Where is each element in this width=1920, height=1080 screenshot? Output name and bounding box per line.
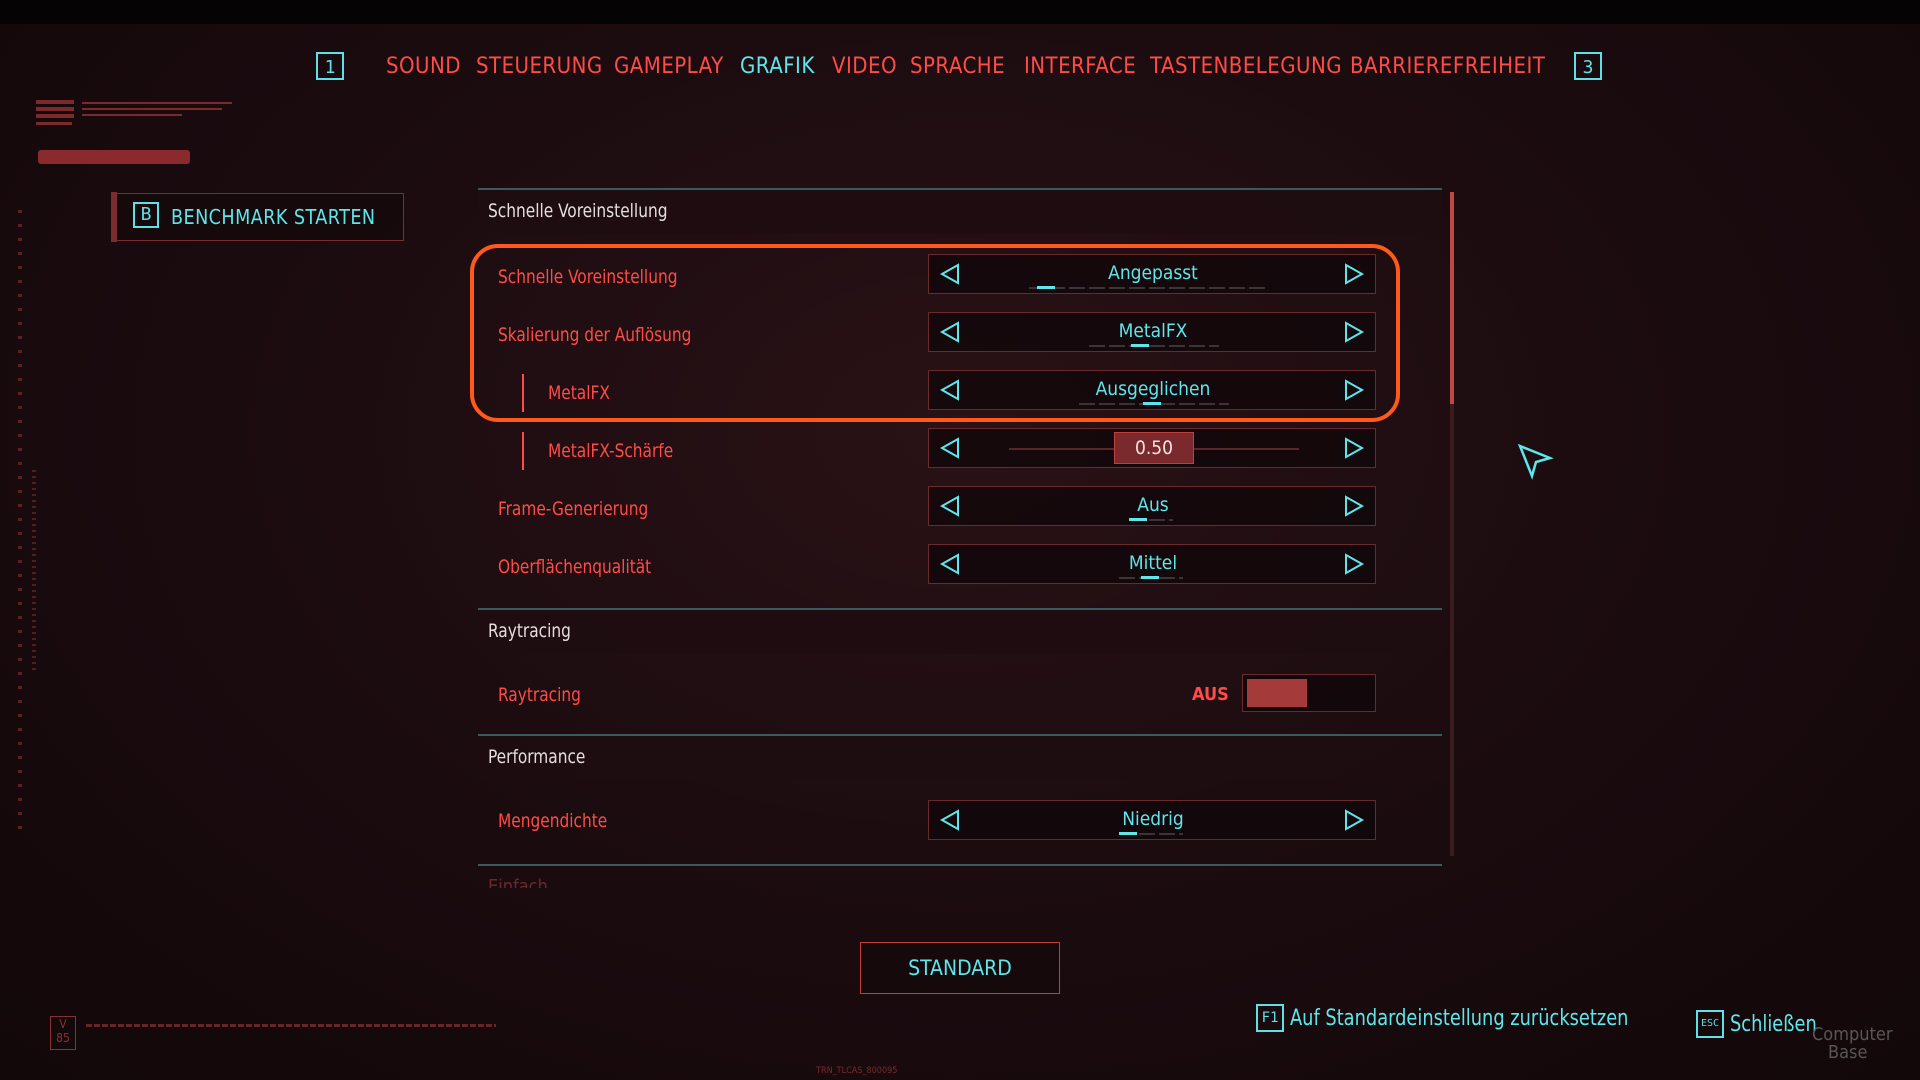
reset-defaults-hint[interactable]: F1 Auf Standardeinstellung zurücksetzen bbox=[1256, 1004, 1666, 1032]
setting-label-framegen: Frame-Generierung bbox=[498, 498, 649, 520]
version-badge: V 85 bbox=[50, 1016, 76, 1050]
standard-button[interactable]: STANDARD bbox=[860, 942, 1060, 994]
section-divider bbox=[478, 864, 1442, 866]
tab-barrierefreiheit[interactable]: BARRIEREFREIHEIT bbox=[1350, 54, 1545, 79]
benchmark-label: BENCHMARK STARTEN bbox=[171, 205, 376, 229]
arrow-right-icon[interactable] bbox=[1343, 809, 1365, 831]
f1-key-hint: F1 bbox=[1256, 1004, 1284, 1032]
active-option-tick bbox=[1141, 576, 1159, 579]
setting-label-crowd: Mengendichte bbox=[498, 810, 608, 832]
section-title: Performance bbox=[488, 746, 586, 768]
scrollbar-thumb[interactable] bbox=[1450, 192, 1454, 404]
setting-label-surface: Oberflächenqualität bbox=[498, 556, 652, 578]
section-header-performance: Performance bbox=[478, 734, 1442, 780]
decorative-logo-text bbox=[36, 100, 232, 125]
tab-video[interactable]: VIDEO bbox=[832, 54, 897, 79]
surface-quality-selector[interactable]: Mittel bbox=[928, 544, 1376, 584]
prev-tab-key-hint[interactable]: 1 bbox=[316, 52, 344, 80]
tab-steuerung[interactable]: STEUERUNG bbox=[476, 54, 603, 79]
settings-scrollbar[interactable] bbox=[1450, 192, 1454, 856]
decorative-dotted-line bbox=[18, 210, 22, 830]
watermark-line2: Base bbox=[1828, 1042, 1868, 1063]
crowd-value: Niedrig bbox=[1122, 808, 1184, 830]
next-tab-key-hint[interactable]: 3 bbox=[1574, 52, 1602, 80]
close-hint[interactable]: ESC Schließen bbox=[1696, 1010, 1826, 1038]
decorative-vertical-text bbox=[32, 470, 36, 670]
arrow-left-icon[interactable] bbox=[939, 437, 961, 459]
tab-gameplay[interactable]: GAMEPLAY bbox=[614, 54, 724, 79]
setting-label-sharpness: MetalFX-Schärfe bbox=[548, 440, 674, 462]
section-header-raytracing: Raytracing bbox=[478, 608, 1442, 654]
build-code: TRN_TLCAS_800095 bbox=[816, 1066, 898, 1076]
settings-tab-bar: 1 SOUND STEUERUNG GAMEPLAY GRAFIK VIDEO … bbox=[0, 50, 1920, 90]
crowd-density-selector[interactable]: Niedrig bbox=[928, 800, 1376, 840]
section-title-cut-off: Einfach bbox=[488, 876, 548, 888]
arrow-right-icon[interactable] bbox=[1343, 437, 1365, 459]
section-header-quick-preset: Schnelle Voreinstellung bbox=[478, 188, 1442, 234]
tab-interface[interactable]: INTERFACE bbox=[1024, 54, 1136, 79]
raytracing-state-label: AUS bbox=[1192, 684, 1229, 705]
tab-grafik[interactable]: GRAFIK bbox=[740, 54, 815, 79]
esc-key-hint: ESC bbox=[1696, 1010, 1724, 1038]
active-option-tick bbox=[1119, 832, 1137, 835]
framegen-value: Aus bbox=[1137, 494, 1169, 516]
toggle-knob bbox=[1247, 679, 1307, 707]
tab-tastenbelegung[interactable]: TASTENBELEGUNG bbox=[1150, 54, 1342, 79]
frame-generation-selector[interactable]: Aus bbox=[928, 486, 1376, 526]
section-title: Schnelle Voreinstellung bbox=[488, 200, 668, 222]
raytracing-toggle[interactable] bbox=[1242, 674, 1376, 712]
section-title: Raytracing bbox=[488, 620, 571, 642]
benchmark-start-button[interactable]: B BENCHMARK STARTEN bbox=[111, 192, 404, 242]
decorative-red-bar bbox=[38, 150, 190, 164]
arrow-right-icon[interactable] bbox=[1343, 553, 1365, 575]
highlight-annotation bbox=[470, 244, 1400, 422]
arrow-right-icon[interactable] bbox=[1343, 495, 1365, 517]
active-option-tick bbox=[1129, 518, 1147, 521]
top-black-bar bbox=[0, 0, 1920, 24]
surface-value: Mittel bbox=[1128, 552, 1178, 574]
watermark: Computer Base bbox=[1812, 1026, 1893, 1062]
decorative-bottom-line bbox=[86, 1024, 496, 1027]
setting-label-raytracing: Raytracing bbox=[498, 684, 581, 706]
tab-sprache[interactable]: SPRACHE bbox=[910, 54, 1005, 79]
tab-sound[interactable]: SOUND bbox=[386, 54, 461, 79]
slider-handle[interactable]: 0.50 bbox=[1114, 432, 1194, 464]
reset-defaults-label: Auf Standardeinstellung zurücksetzen bbox=[1290, 1005, 1629, 1031]
mouse-cursor-icon bbox=[1518, 444, 1554, 480]
indent-marker bbox=[522, 432, 524, 470]
metalfx-sharpness-slider[interactable]: 0.50 bbox=[928, 428, 1376, 468]
close-label: Schließen bbox=[1730, 1011, 1817, 1037]
benchmark-key-hint: B bbox=[133, 202, 159, 228]
